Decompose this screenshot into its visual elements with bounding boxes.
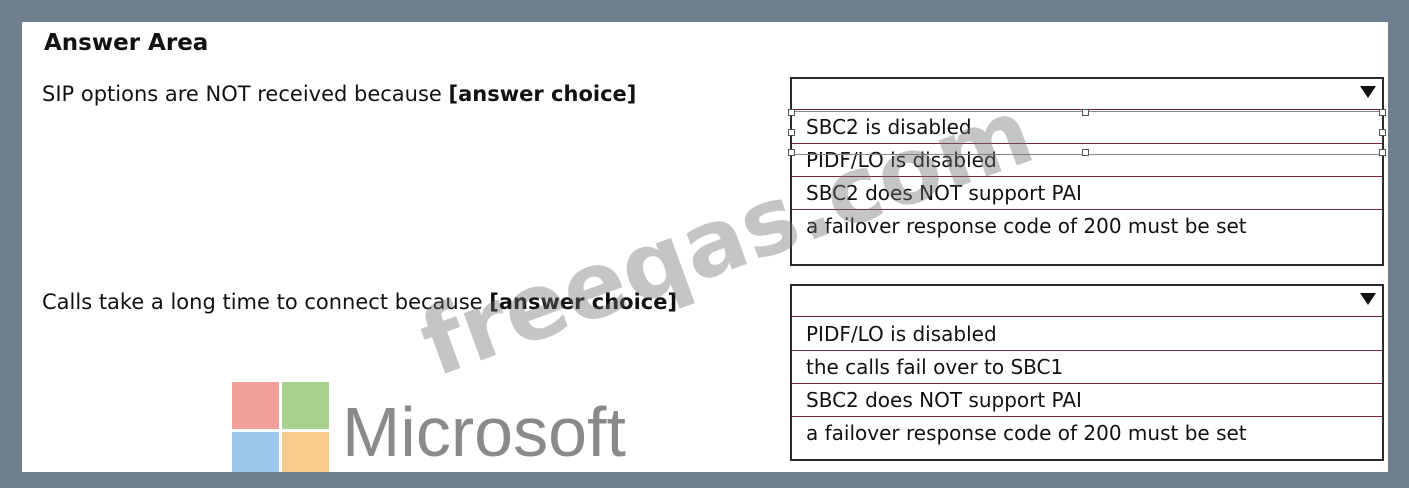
question-2-dropdown[interactable]: PIDF/LO is disabled the calls fail over … [790, 284, 1384, 461]
question-2-option-2[interactable]: the calls fail over to SBC1 [792, 350, 1382, 383]
question-1-answer-choice-label: [answer choice] [448, 82, 637, 106]
logo-tile-green [282, 382, 329, 429]
logo-tile-yellow [282, 432, 329, 472]
chevron-down-icon[interactable] [1360, 293, 1376, 305]
dropdown-spacer [792, 242, 1382, 264]
answer-area-panel: Answer Area SIP options are NOT received… [22, 22, 1388, 472]
microsoft-wordmark: Microsoft [342, 393, 626, 471]
chevron-down-icon[interactable] [1360, 86, 1376, 98]
question-1-dropdown-selected[interactable] [792, 79, 1382, 109]
question-2-dropdown-selected[interactable] [792, 286, 1382, 316]
answer-area-title: Answer Area [44, 30, 209, 56]
dropdown-spacer [792, 449, 1382, 459]
question-2-options-list: PIDF/LO is disabled the calls fail over … [792, 316, 1382, 459]
question-2-option-3[interactable]: SBC2 does NOT support PAI [792, 383, 1382, 416]
question-1-text: SIP options are NOT received because [an… [42, 82, 636, 106]
question-1-prompt: SIP options are NOT received because [42, 82, 449, 106]
question-2-option-1[interactable]: PIDF/LO is disabled [792, 318, 1382, 350]
logo-tile-blue [232, 432, 279, 472]
question-2-option-4[interactable]: a failover response code of 200 must be … [792, 416, 1382, 449]
logo-tile-red [232, 382, 279, 429]
